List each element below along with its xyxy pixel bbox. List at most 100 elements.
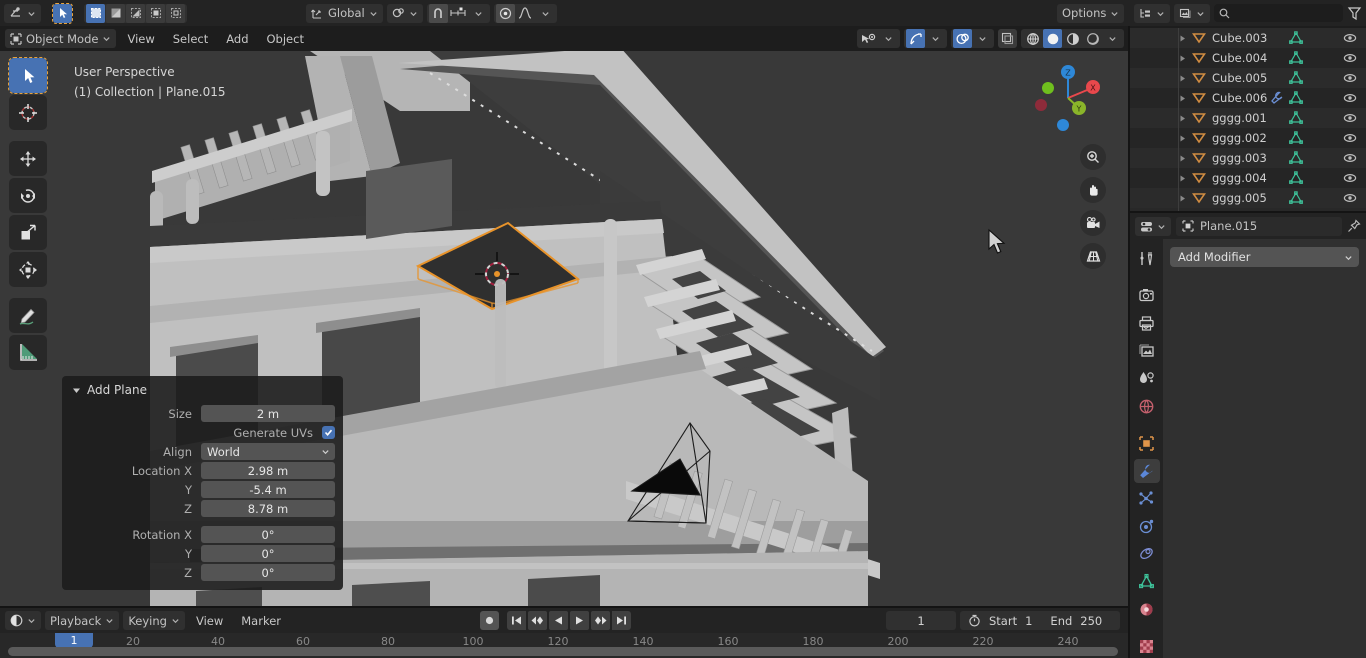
disclosure-triangle-icon[interactable]	[1178, 54, 1187, 63]
outliner-row[interactable]: gggg.005	[1130, 188, 1366, 208]
operator-panel-header[interactable]: Add Plane	[70, 382, 335, 405]
hide-eye-icon[interactable]	[1343, 131, 1357, 145]
mesh-data-icon[interactable]	[1289, 71, 1303, 85]
disclosure-triangle-icon[interactable]	[1178, 134, 1187, 143]
rotate-tool[interactable]	[9, 178, 47, 213]
overlays-icon[interactable]	[953, 29, 972, 48]
render-tab[interactable]	[1134, 284, 1160, 308]
start-value[interactable]: 1	[1025, 614, 1032, 628]
select-intersect-icon[interactable]	[166, 3, 185, 23]
current-frame-field[interactable]: 1	[886, 611, 956, 630]
hide-eye-icon[interactable]	[1343, 71, 1357, 85]
select-invert-icon[interactable]	[146, 3, 165, 23]
measure-tool[interactable]	[9, 335, 47, 370]
visibility-eye-icon[interactable]	[859, 29, 878, 48]
timeline-menu-marker[interactable]: Marker	[234, 612, 288, 630]
timeline-scrollbar[interactable]	[8, 647, 1118, 656]
menu-select[interactable]: Select	[166, 30, 215, 48]
location-z-field[interactable]: 8.78 m	[201, 500, 335, 517]
filter-funnel-icon[interactable]	[1347, 6, 1362, 21]
search-input[interactable]	[1214, 4, 1343, 22]
snap-increment-icon[interactable]	[449, 4, 468, 23]
outliner-row[interactable]: gggg.004	[1130, 168, 1366, 188]
play-reverse-button[interactable]	[549, 611, 568, 630]
texture-tab[interactable]	[1134, 634, 1160, 658]
mesh-data-icon[interactable]	[1289, 91, 1303, 105]
pin-icon[interactable]	[1347, 219, 1361, 233]
scale-tool[interactable]	[9, 215, 47, 250]
shading-rendered-icon[interactable]	[1083, 29, 1102, 48]
mesh-data-icon[interactable]	[1289, 171, 1303, 185]
transform-orientation-selector[interactable]: Global	[306, 3, 383, 23]
tweak-select-tool[interactable]	[8, 57, 48, 94]
scene-tab[interactable]	[1134, 367, 1160, 391]
toggle-perspective-button[interactable]	[1080, 243, 1106, 269]
outliner-filter-blendfile[interactable]	[1174, 3, 1210, 23]
cursor-tool[interactable]	[9, 95, 47, 130]
record-button[interactable]	[480, 611, 499, 630]
shading-material-icon[interactable]	[1063, 29, 1082, 48]
hide-eye-icon[interactable]	[1343, 31, 1357, 45]
outliner-display-mode[interactable]	[1134, 3, 1170, 23]
rotation-z-field[interactable]: 0°	[201, 564, 335, 581]
outliner-row[interactable]: gggg.002	[1130, 128, 1366, 148]
falloff-dropdown[interactable]	[536, 4, 555, 23]
gizmo-dropdown[interactable]	[926, 29, 945, 48]
data-tab[interactable]	[1134, 570, 1160, 594]
generate-uvs-checkbox[interactable]	[322, 426, 335, 439]
modifier-wrench-icon[interactable]	[1270, 91, 1284, 105]
gizmo-icon[interactable]	[906, 29, 925, 48]
align-dropdown[interactable]: World	[201, 443, 335, 460]
snap-magnet-icon[interactable]	[428, 3, 448, 23]
material-tab[interactable]	[1134, 597, 1160, 621]
options-button[interactable]: Options	[1057, 3, 1125, 23]
editor-divider-horizontal[interactable]	[1130, 211, 1366, 213]
properties-editor-type[interactable]	[1135, 216, 1171, 236]
mesh-data-icon[interactable]	[1289, 111, 1303, 125]
disclosure-triangle-icon[interactable]	[1178, 154, 1187, 163]
pan-button[interactable]	[1080, 177, 1106, 203]
disclosure-triangle-icon[interactable]	[1178, 34, 1187, 43]
shading-dropdown[interactable]	[1103, 29, 1122, 48]
outliner-row[interactable]: Cube.006	[1130, 88, 1366, 108]
mesh-data-icon[interactable]	[1289, 31, 1303, 45]
next-keyframe-button[interactable]	[591, 611, 610, 630]
rotation-y-field[interactable]: 0°	[201, 545, 335, 562]
physics-tab[interactable]	[1134, 515, 1160, 539]
operator-panel[interactable]: Add Plane Size 2 m Generate UVs Align Wo…	[62, 376, 343, 590]
modifier-tab[interactable]	[1133, 459, 1160, 483]
prev-keyframe-button[interactable]	[528, 611, 547, 630]
hide-eye-icon[interactable]	[1343, 171, 1357, 185]
timeline-body[interactable]: 20 40 60 80 100 120 140 160 180 200 220 …	[0, 633, 1128, 658]
rotation-x-field[interactable]: 0°	[201, 526, 335, 543]
annotate-tool[interactable]	[9, 298, 47, 333]
viewport-3d[interactable]: User Perspective (1) Collection | Plane.…	[0, 51, 1128, 608]
object-tab[interactable]	[1134, 432, 1160, 456]
tool-tab[interactable]	[1134, 247, 1160, 271]
particles-tab[interactable]	[1134, 487, 1160, 511]
outliner[interactable]: Cube.003 Cube.004 Cube.005 Cube.006 gggg…	[1130, 28, 1366, 211]
play-button[interactable]	[570, 611, 589, 630]
menu-view[interactable]: View	[120, 30, 161, 48]
shading-wireframe-icon[interactable]	[1023, 29, 1042, 48]
cursor-select-tool[interactable]	[52, 2, 73, 24]
editor-type-selector[interactable]	[4, 3, 41, 23]
proportional-edit-icon[interactable]	[495, 3, 515, 23]
falloff-curve-icon[interactable]	[516, 4, 535, 23]
disclosure-triangle-icon[interactable]	[1178, 114, 1187, 123]
hide-eye-icon[interactable]	[1343, 191, 1357, 205]
editor-divider-vertical[interactable]	[1128, 26, 1130, 658]
keying-menu[interactable]: Keying	[123, 611, 185, 630]
outliner-row[interactable]: Cube.005	[1130, 68, 1366, 88]
timeline-editor-type[interactable]	[5, 611, 41, 630]
disclosure-triangle-icon[interactable]	[1178, 174, 1187, 183]
snap-dropdown[interactable]	[469, 4, 488, 23]
outliner-row[interactable]: Cube.003	[1130, 28, 1366, 48]
outliner-row[interactable]: gggg.001	[1130, 108, 1366, 128]
outliner-row[interactable]: gggg.003	[1130, 148, 1366, 168]
hide-eye-icon[interactable]	[1343, 111, 1357, 125]
visibility-dropdown[interactable]	[879, 29, 898, 48]
menu-object[interactable]: Object	[260, 30, 311, 48]
add-modifier-dropdown[interactable]: Add Modifier	[1170, 247, 1359, 267]
select-extend-icon[interactable]	[106, 3, 125, 23]
